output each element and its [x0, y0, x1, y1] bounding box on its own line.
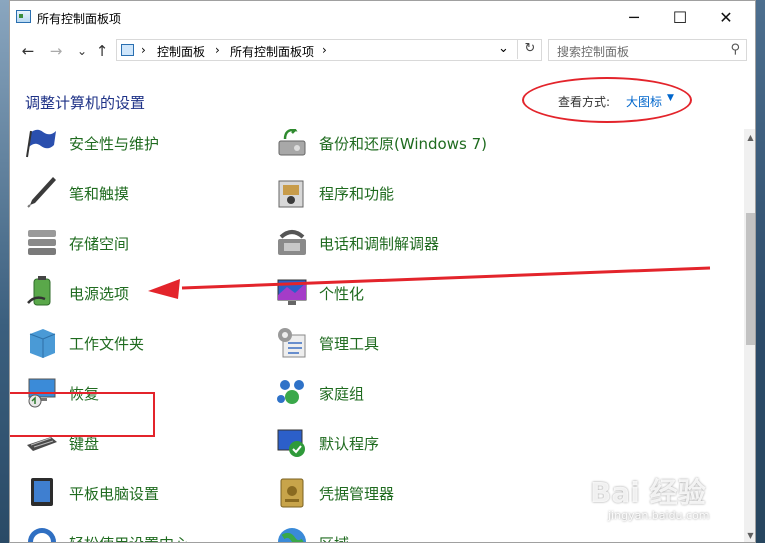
item-label: 管理工具 [319, 335, 380, 353]
region-icon [278, 528, 306, 542]
item-label: 默认程序 [319, 435, 380, 453]
default-programs-icon [277, 429, 305, 457]
item-label: 键盘 [69, 435, 100, 453]
page-heading: 调整计算机的设置 [25, 94, 146, 112]
pen-icon [27, 177, 56, 208]
personalization-icon [277, 279, 307, 305]
item-label: 家庭组 [319, 385, 365, 403]
address-bar-row: ← → ⌄ ↑ › 控制面板 › 所有控制面板项 › ⌄ ↻ 搜索控制面板 ⚲ [10, 37, 755, 67]
item-backup-restore[interactable]: 备份和还原(Windows 7) [275, 129, 515, 165]
maximize-button[interactable]: ☐ [657, 1, 703, 34]
minimize-button[interactable]: ─ [611, 1, 657, 34]
scroll-up-button[interactable]: ▲ [744, 133, 755, 142]
ease-of-access-icon [28, 528, 56, 542]
view-by-label: 查看方式: [558, 95, 611, 109]
item-region[interactable]: 区域 [275, 525, 515, 542]
up-button[interactable]: ↑ [92, 41, 112, 61]
item-label: 程序和功能 [319, 185, 395, 203]
item-label: 工作文件夹 [69, 335, 145, 353]
baidu-watermark: Bai 经验 [590, 476, 706, 509]
address-dropdown-button[interactable]: ⌄ [498, 41, 509, 56]
programs-icon [278, 180, 304, 208]
item-default-programs[interactable]: 默认程序 [275, 425, 515, 465]
security-flag-icon [26, 129, 56, 158]
window-title: 所有控制面板项 [37, 12, 122, 26]
item-admin-tools[interactable]: 管理工具 [275, 325, 515, 365]
recovery-icon [28, 378, 56, 408]
backup-icon [278, 129, 306, 156]
title-bar: 所有控制面板项 ─ ☐ ✕ [10, 1, 755, 34]
control-panel-window: 所有控制面板项 ─ ☐ ✕ ← → ⌄ ↑ › 控制面板 › 所有控制面板项 ›… [9, 0, 756, 543]
refresh-button[interactable]: ↻ [517, 39, 542, 59]
scroll-down-button[interactable]: ▼ [744, 531, 755, 540]
power-options-icon [27, 276, 51, 306]
breadcrumb-control-panel[interactable]: 控制面板 [157, 43, 205, 60]
credential-manager-icon [280, 478, 304, 508]
item-label: 个性化 [319, 285, 365, 303]
item-storage-spaces[interactable]: 存储空间 [25, 225, 265, 265]
item-keyboard[interactable]: 键盘 [25, 425, 265, 465]
item-work-folders[interactable]: 工作文件夹 [25, 325, 265, 365]
recent-locations-button[interactable]: ⌄ [72, 41, 92, 61]
search-icon[interactable]: ⚲ [730, 42, 740, 57]
scroll-thumb[interactable] [746, 213, 755, 345]
item-phone-modem[interactable]: 电话和调制解调器 [275, 225, 515, 265]
item-programs-features[interactable]: 程序和功能 [275, 175, 515, 215]
desktop-background-right [755, 0, 765, 543]
item-pen-touch[interactable]: 笔和触摸 [25, 175, 265, 215]
view-by-dropdown[interactable]: 大图标 [626, 93, 662, 110]
item-label: 轻松使用设置中心 [69, 533, 189, 542]
item-label: 电话和调制解调器 [319, 235, 440, 253]
item-power-options[interactable]: 电源选项 [25, 275, 265, 315]
item-personalization[interactable]: 个性化 [275, 275, 515, 315]
homegroup-icon [277, 380, 304, 404]
breadcrumb-separator: › [141, 43, 146, 57]
admin-tools-icon [278, 328, 306, 358]
item-ease-of-access[interactable]: 轻松使用设置中心 [25, 525, 265, 542]
back-button[interactable]: ← [18, 41, 38, 61]
breadcrumb-separator: › [322, 43, 327, 57]
storage-icon [28, 230, 56, 255]
tablet-icon [31, 478, 53, 506]
item-credential-manager[interactable]: 凭据管理器 [275, 475, 515, 515]
item-tablet-settings[interactable]: 平板电脑设置 [25, 475, 265, 515]
breadcrumb-separator: › [215, 43, 220, 57]
item-label: 凭据管理器 [319, 485, 395, 503]
item-label: 笔和触摸 [69, 185, 130, 203]
breadcrumb-all-items[interactable]: 所有控制面板项 [230, 43, 314, 60]
search-placeholder: 搜索控制面板 [557, 45, 630, 59]
forward-button[interactable]: → [46, 41, 66, 61]
item-label: 区域 [319, 533, 349, 542]
control-panel-icon [16, 10, 31, 23]
control-panel-small-icon [121, 44, 134, 56]
work-folders-icon [29, 329, 56, 358]
item-label: 安全性与维护 [69, 135, 160, 153]
item-label: 恢复 [69, 385, 100, 403]
item-security-maintenance[interactable]: 安全性与维护 [25, 129, 265, 165]
item-recovery[interactable]: 恢复 [25, 375, 265, 415]
close-button[interactable]: ✕ [703, 1, 749, 34]
item-label: 存储空间 [69, 235, 130, 253]
item-label: 平板电脑设置 [69, 485, 160, 503]
keyboard-icon [27, 437, 57, 451]
vertical-scrollbar[interactable]: ▲ ▼ [744, 129, 755, 542]
item-label: 备份和还原(Windows 7) [319, 135, 487, 153]
item-homegroup[interactable]: 家庭组 [275, 375, 515, 415]
search-box[interactable]: 搜索控制面板 ⚲ [548, 39, 747, 61]
phone-modem-icon [278, 230, 306, 255]
item-label: 电源选项 [69, 285, 130, 303]
baidu-watermark-url: jingyan.baidu.com [608, 509, 710, 522]
address-field[interactable]: › 控制面板 › 所有控制面板项 › ⌄ [116, 39, 542, 61]
chevron-down-icon[interactable]: ▼ [667, 93, 674, 103]
